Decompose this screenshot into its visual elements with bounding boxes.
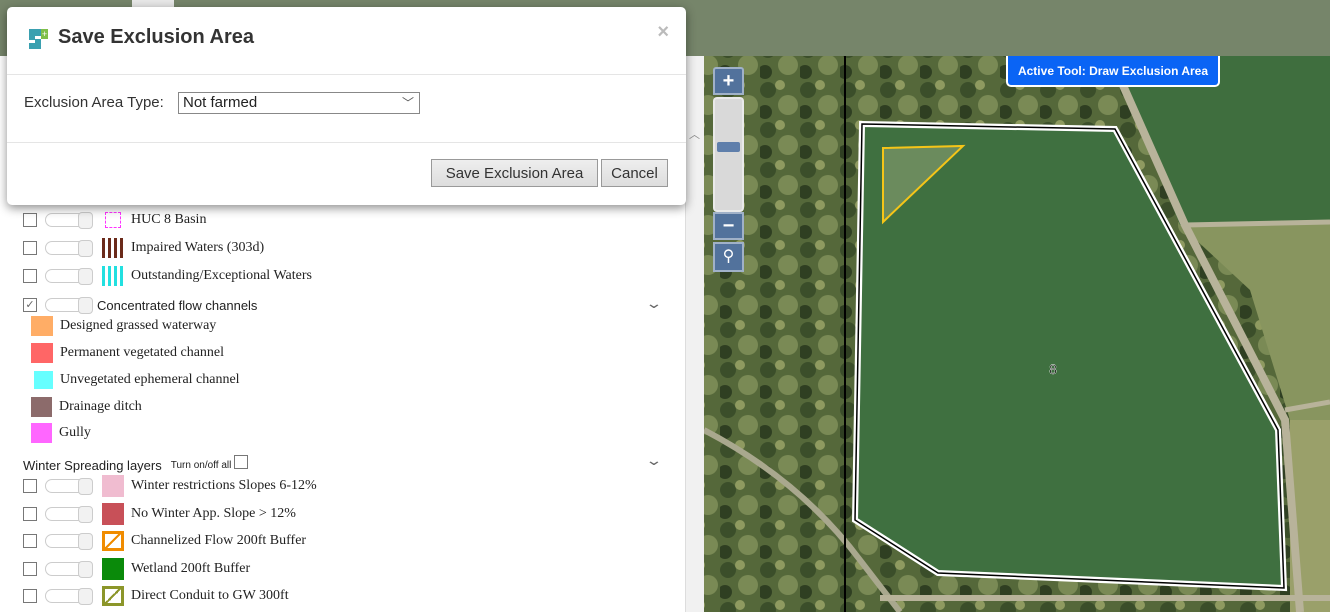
winter-layer[interactable]: Channelized Flow 200ft Buffer xyxy=(23,531,306,551)
legend-item: Unvegetated ephemeral channel xyxy=(31,370,240,390)
swatch-icon xyxy=(31,397,52,417)
winter-layer[interactable]: Direct Conduit to GW 300ft xyxy=(23,586,289,606)
divider xyxy=(7,142,686,143)
opacity-slider[interactable] xyxy=(45,297,93,314)
toggle-all-checkbox[interactable] xyxy=(234,455,249,469)
legend-label: Unvegetated ephemeral channel xyxy=(60,372,240,387)
swatch-icon xyxy=(102,503,124,525)
swatch-icon xyxy=(31,316,53,336)
layer-label: Winter restrictions Slopes 6-12% xyxy=(131,478,317,493)
checkbox[interactable] xyxy=(23,213,37,227)
legend-item: Gully xyxy=(31,423,91,443)
buffer-swatch-icon xyxy=(102,531,124,551)
toggle-all-label: Turn on/off all xyxy=(170,459,232,471)
opacity-slider[interactable] xyxy=(45,506,93,523)
winter-header: Winter Spreading layers Turn on/off all xyxy=(23,455,256,475)
winter-layer[interactable]: Winter restrictions Slopes 6-12% xyxy=(23,475,317,497)
opacity-slider[interactable] xyxy=(45,533,93,550)
select-value: Not farmed xyxy=(183,94,258,111)
checkbox[interactable] xyxy=(23,534,37,548)
checkbox[interactable] xyxy=(23,507,37,521)
winter-title: Winter Spreading layers xyxy=(23,457,162,473)
layer-label: Concentrated flow channels xyxy=(97,297,258,313)
legend-label: Gully xyxy=(59,425,91,440)
winter-layer[interactable]: Wetland 200ft Buffer xyxy=(23,558,251,580)
chevron-down-icon[interactable]: ⌄ xyxy=(645,295,663,312)
layer-outstanding-waters[interactable]: Outstanding/Exceptional Waters xyxy=(23,266,312,286)
active-tool-badge: Active Tool: Draw Exclusion Area xyxy=(1006,56,1220,87)
swatch-icon xyxy=(31,343,53,363)
swatch-icon xyxy=(31,423,52,443)
layer-concentrated-flow[interactable]: ✓ Concentrated flow channels xyxy=(23,295,257,315)
opacity-slider[interactable] xyxy=(45,588,93,605)
exclusion-type-select[interactable]: Not farmed ﹀ xyxy=(178,92,420,114)
aerial-map[interactable]: 8 xyxy=(704,56,1330,612)
zoom-in-button[interactable]: + xyxy=(713,67,744,95)
layer-label: HUC 8 Basin xyxy=(131,212,207,227)
zoom-slider[interactable] xyxy=(713,97,744,212)
dialog-title: Save Exclusion Area xyxy=(58,26,255,48)
chevron-down-icon: ﹀ xyxy=(401,96,414,110)
winter-layer[interactable]: No Winter App. Slope > 12% xyxy=(23,503,296,525)
opacity-slider[interactable] xyxy=(45,561,93,578)
save-exclusion-area-button[interactable]: Save Exclusion Area xyxy=(431,159,598,187)
map-view[interactable]: 8 xyxy=(704,56,1330,612)
cancel-button[interactable]: Cancel xyxy=(601,159,668,187)
layer-label: Impaired Waters (303d) xyxy=(131,240,265,255)
zoom-box-button[interactable]: ⚲ xyxy=(713,242,744,272)
zoom-slider-handle[interactable] xyxy=(717,142,740,152)
magnifier-icon: ⚲ xyxy=(722,248,735,265)
legend-item: Permanent vegetated channel xyxy=(31,343,224,363)
field-label: 8 xyxy=(1049,361,1057,377)
huc8-swatch-icon xyxy=(105,212,121,228)
outstanding-swatch-icon xyxy=(102,266,124,286)
opacity-slider[interactable] xyxy=(45,268,93,285)
opacity-slider[interactable] xyxy=(45,240,93,257)
checkbox[interactable] xyxy=(23,269,37,283)
layer-label: No Winter App. Slope > 12% xyxy=(131,506,296,521)
zoom-out-button[interactable]: − xyxy=(713,212,744,240)
legend-label: Permanent vegetated channel xyxy=(60,345,225,360)
layer-impaired-waters[interactable]: Impaired Waters (303d) xyxy=(23,238,264,258)
legend-label: Designed grassed waterway xyxy=(60,318,217,333)
legend-item: Designed grassed waterway xyxy=(31,316,216,336)
type-label: Exclusion Area Type: xyxy=(24,94,164,111)
chevron-down-icon[interactable]: ⌄ xyxy=(645,452,663,469)
checkbox[interactable] xyxy=(23,562,37,576)
checkbox[interactable] xyxy=(23,589,37,603)
panel-scrollbar[interactable]: ︿ xyxy=(685,56,704,612)
chevron-up-icon[interactable]: ︿ xyxy=(689,126,700,142)
layer-huc8[interactable]: HUC 8 Basin xyxy=(23,210,206,230)
buffer-swatch-icon xyxy=(102,586,124,606)
save-exclusion-dialog: + Save Exclusion Area × Exclusion Area T… xyxy=(7,7,686,205)
checkbox[interactable] xyxy=(23,241,37,255)
svg-text:+: + xyxy=(42,29,47,39)
legend-label: Drainage ditch xyxy=(59,399,142,414)
swatch-icon xyxy=(102,558,124,580)
swatch-icon xyxy=(34,371,53,389)
impaired-swatch-icon xyxy=(102,238,124,258)
close-icon[interactable]: × xyxy=(657,21,669,44)
layer-label: Wetland 200ft Buffer xyxy=(131,561,251,576)
divider xyxy=(7,74,686,75)
layer-label: Outstanding/Exceptional Waters xyxy=(131,268,312,283)
layer-label: Channelized Flow 200ft Buffer xyxy=(131,533,307,548)
checkbox[interactable] xyxy=(23,479,37,493)
layer-label: Direct Conduit to GW 300ft xyxy=(131,588,289,603)
app-logo-icon: + xyxy=(29,29,48,49)
swatch-icon xyxy=(102,475,124,497)
legend-item: Drainage ditch xyxy=(31,397,142,417)
opacity-slider[interactable] xyxy=(45,478,93,495)
opacity-slider[interactable] xyxy=(45,212,93,229)
checkbox-checked[interactable]: ✓ xyxy=(23,298,37,312)
